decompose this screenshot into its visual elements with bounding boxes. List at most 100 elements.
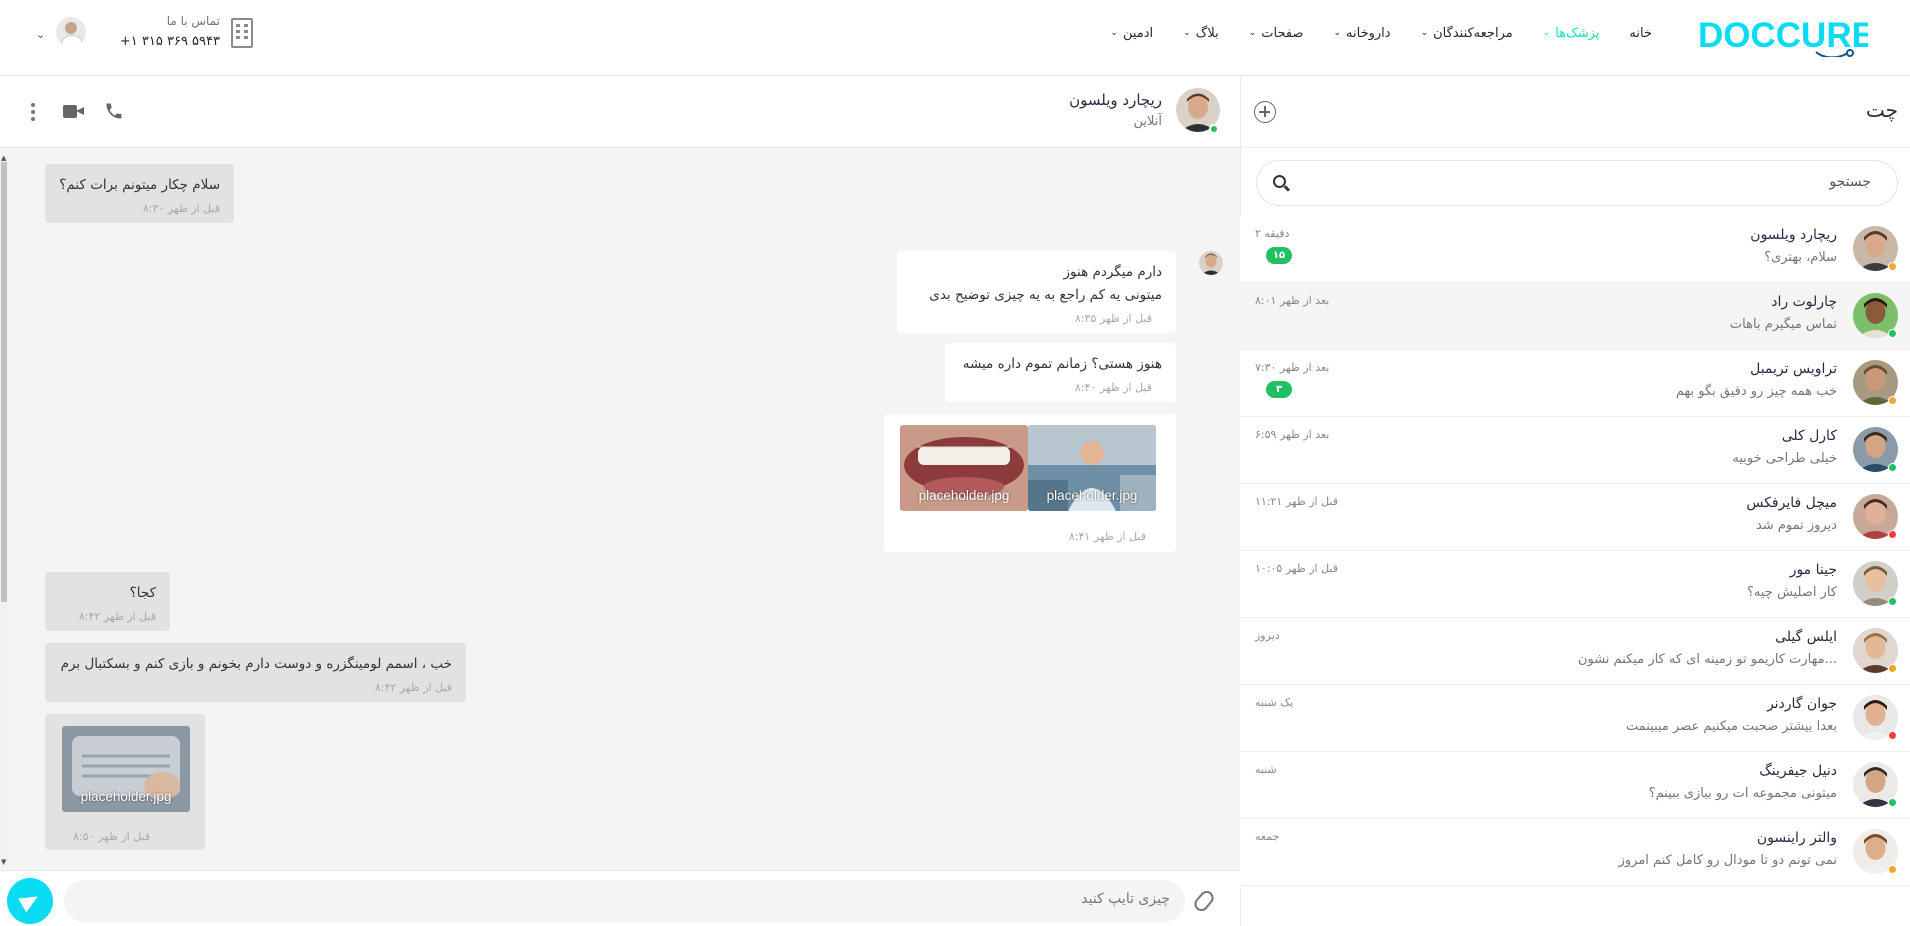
message-text: سلام چکار میتونم برات کنم؟	[59, 177, 220, 193]
message-time: ۱۰:۰۵ قبل از ظهر	[1255, 562, 1339, 575]
status-dot	[1888, 798, 1897, 807]
top-header: DOCCURE خانه پزشک‌ها ⌄ مراجعه‌کنندگان ⌄ داروخ…	[0, 0, 1910, 76]
scroll-thumb[interactable]	[1, 162, 7, 602]
last-message: بعدا بیشتر صحبت میکنیم عصر میبینمت	[1625, 719, 1837, 734]
status-dot	[1888, 865, 1897, 874]
nav-item-label: پزشک‌ها	[1555, 25, 1600, 41]
message-time: ۸:۴۱ قبل از ظهر	[1068, 530, 1146, 543]
nav-item[interactable]: صفحات ⌄	[1249, 26, 1304, 41]
search-input[interactable]	[1311, 174, 1871, 190]
message-time: ۶:۵۹ بعد از ظهر	[1255, 428, 1330, 441]
more-options-icon[interactable]	[31, 103, 35, 121]
message-time: ۸:۳۰ قبل از ظهر	[142, 202, 220, 215]
contact-name: کارل کلی	[1781, 428, 1837, 444]
chat-list-item[interactable]: دنیل جیفرینگ میتونی مجموعه ات رو بیازی بب…	[1240, 752, 1910, 819]
message-time: ۸:۴۲ قبل از ظهر	[374, 681, 452, 694]
image-filename: placeholder.jpg	[1046, 488, 1138, 503]
scrollbar[interactable]: ▲ ▼	[0, 154, 9, 866]
chat-list-item[interactable]: چارلوت راد تماس میگیرم باهات ۸:۰۱ بعد از ظ…	[1240, 283, 1910, 350]
message-input[interactable]	[90, 891, 1170, 907]
nav-item[interactable]: ادمین ⌄	[1110, 26, 1153, 41]
add-circle-icon[interactable]	[1254, 101, 1276, 123]
image-attachment[interactable]: placeholder.jpg	[900, 425, 1028, 511]
last-message: نمی تونم دو تا مودال رو کامل کنم امروز	[1618, 853, 1837, 868]
image-attachment[interactable]: placeholder.jpg	[1028, 425, 1156, 511]
contact-name: ایلس گیلی	[1775, 629, 1837, 645]
chat-header: ریچارد ویلسون آنلاین	[0, 76, 1240, 148]
message-text-line: دارم میگردم هنوز	[1063, 264, 1163, 280]
chat-list-item[interactable]: کارل کلی خیلی طراحی خوبیه ۶:۵۹ بعد از ظهر	[1240, 417, 1910, 484]
chat-main: ریچارد ویلسون آنلاین ▲ ▼ سلام چکار میتون…	[0, 76, 1240, 926]
contact-phone[interactable]: +۱ ۳۱۵ ۳۶۹ ۵۹۴۳	[120, 34, 220, 49]
last-message: میتونی مجموعه ات رو بیازی ببینم؟	[1648, 786, 1837, 801]
nav-item[interactable]: پزشک‌ها ⌄	[1543, 26, 1600, 41]
message-time: ۸:۳۵ قبل از ظهر	[1074, 312, 1152, 325]
chat-list-item[interactable]: میچل فایرفکس دیروز تموم شد ۱۱:۲۱ قبل از ظه…	[1240, 484, 1910, 551]
nav-item-label: مراجعه‌کنندگان	[1433, 25, 1513, 41]
status-dot	[1888, 396, 1897, 405]
chat-sidebar: چت ریچارد ویلسون سلام، بهتری؟ ۲ دقیقه ۱۵ چار…	[1240, 76, 1910, 926]
paperclip-icon[interactable]	[1191, 888, 1217, 914]
chat-list-item[interactable]: والتر راینسون نمی تونم دو تا مودال رو کام…	[1240, 819, 1910, 886]
chevron-down-icon: ⌄	[1110, 28, 1118, 38]
image-filename: placeholder.jpg	[80, 789, 172, 804]
logo-mark: DOCCURE	[1698, 16, 1868, 57]
chevron-down-icon: ⌄	[1248, 28, 1257, 38]
status-dot	[1888, 463, 1897, 472]
message-time: جمعه	[1255, 830, 1280, 843]
scroll-up-arrow[interactable]: ▲	[1, 154, 6, 162]
last-message: خیلی طراحی خوبیه	[1732, 451, 1837, 466]
chat-list-item[interactable]: ریچارد ویلسون سلام، بهتری؟ ۲ دقیقه ۱۵	[1240, 216, 1910, 283]
nav-item[interactable]: خانه	[1629, 26, 1652, 41]
doccure-logo[interactable]: DOCCURE	[1698, 13, 1868, 57]
message-text-line: میتونی یه کم راجع به یه چیزی توضیح بدی	[929, 287, 1162, 303]
message-time: شنبه	[1255, 763, 1277, 776]
chat-list-item[interactable]: جوان گاردنر بعدا بیشتر صحبت میکنیم عصر می…	[1240, 685, 1910, 752]
message-time: ۸:۵۰ قبل از ظهر	[73, 830, 151, 843]
chevron-down-icon: ⌄	[1333, 28, 1342, 38]
nav-item-label: بلاگ	[1195, 25, 1219, 41]
scroll-down-arrow[interactable]: ▼	[1, 858, 6, 866]
message-time: یک شنبه	[1255, 696, 1294, 709]
logo-text: DOCCURE	[1698, 16, 1868, 55]
hospital-icon	[231, 18, 253, 48]
message-incoming: کجا؟ ۸:۴۲ قبل از ظهر	[45, 572, 170, 631]
contact-label: تماس با ما	[166, 14, 220, 28]
contact-name: میچل فایرفکس	[1746, 495, 1837, 511]
nav-item-label: خانه	[1629, 25, 1652, 41]
sender-avatar[interactable]	[1199, 251, 1223, 275]
nav-item[interactable]: بلاگ ⌄	[1183, 26, 1219, 41]
user-avatar[interactable]	[56, 17, 86, 47]
chat-list-item[interactable]: تراویس تریمبل خب همه چیز رو دقیق بگو بهم ۷…	[1240, 350, 1910, 417]
last-message: خب همه چیز رو دقیق بگو بهم	[1675, 384, 1837, 399]
chat-contact-status: آنلاین	[1133, 114, 1162, 129]
nav-item[interactable]: مراجعه‌کنندگان ⌄	[1421, 26, 1513, 41]
search-icon[interactable]	[1273, 175, 1286, 188]
last-message: دیروز تموم شد	[1755, 518, 1837, 533]
status-dot	[1888, 664, 1897, 673]
image-attachment[interactable]: placeholder.jpg	[62, 726, 190, 812]
status-dot	[1888, 530, 1897, 539]
chevron-down-icon[interactable]: ⌄	[36, 28, 45, 41]
last-message: سلام، بهتری؟	[1764, 250, 1837, 265]
message-text: خب ، اسمم لومینگزره و دوست دارم بخونم و …	[60, 656, 452, 672]
status-dot	[1888, 262, 1897, 271]
message-text: کجا؟	[129, 585, 156, 601]
nav-item-label: صفحات	[1261, 25, 1304, 41]
nav-item[interactable]: داروخانه ⌄	[1333, 26, 1390, 41]
message-time: ۸:۴۲ قبل از ظهر	[78, 610, 156, 623]
send-button[interactable]	[7, 878, 53, 924]
phone-icon[interactable]	[104, 101, 124, 121]
chevron-down-icon: ⌄	[1420, 28, 1429, 38]
sidebar-title: چت	[1865, 98, 1898, 122]
online-status-dot	[1209, 124, 1219, 134]
chat-list-item[interactable]: جینا مور کار اصلیش چیه؟ ۱۰:۰۵ قبل از ظهر	[1240, 551, 1910, 618]
last-message: تماس میگیرم باهات	[1729, 317, 1837, 332]
nav-item-label: ادمین	[1122, 25, 1154, 41]
message-text: هنوز هستی؟ زمانم تموم داره میشه	[962, 356, 1162, 372]
message-time: ۱۱:۲۱ قبل از ظهر	[1255, 495, 1339, 508]
video-icon[interactable]	[63, 105, 84, 118]
message-outgoing: هنوز هستی؟ زمانم تموم داره میشه ۸:۴۰ قبل…	[945, 343, 1176, 402]
chat-list-item[interactable]: ایلس گیلی مهارت کاریمو تو زمینه ای که کار…	[1240, 618, 1910, 685]
last-message: مهارت کاریمو تو زمینه ای که کار میکنم نش…	[1577, 652, 1837, 667]
